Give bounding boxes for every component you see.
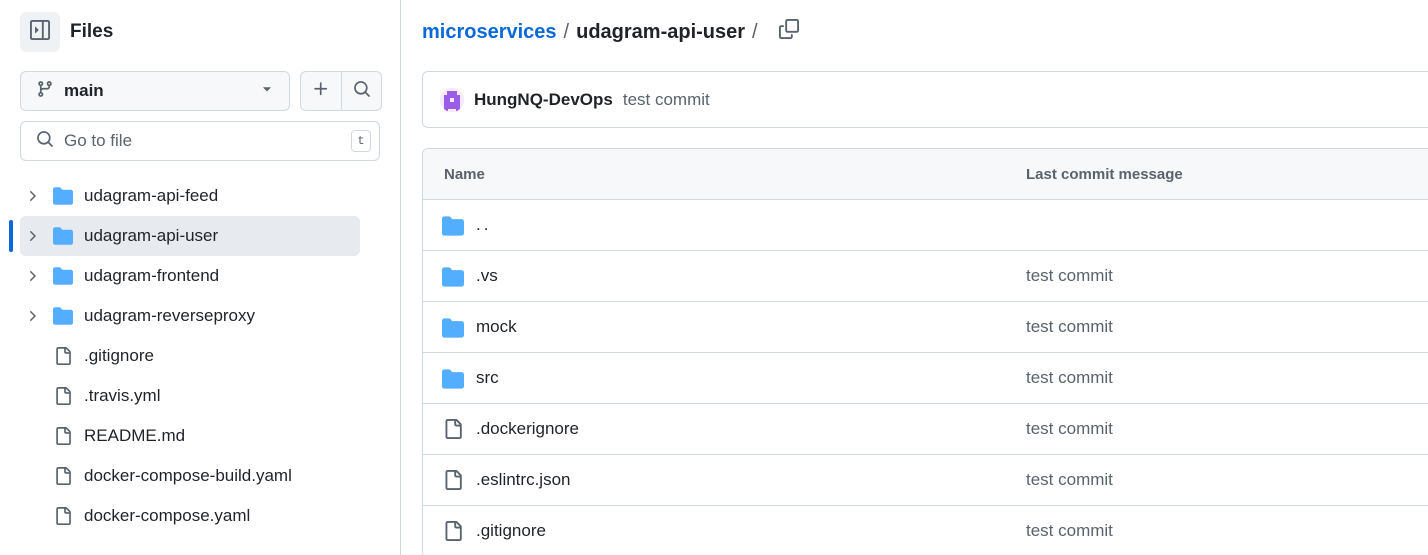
- commit-message-link[interactable]: test commit: [1026, 266, 1113, 286]
- plus-icon: [312, 80, 330, 103]
- file-icon: [442, 419, 464, 439]
- tree-item-label: udagram-reverseproxy: [84, 306, 256, 325]
- table-row[interactable]: mock test commit: [423, 302, 1428, 353]
- tree-item-label: README.md: [84, 426, 186, 445]
- tree-item-udagram-api-feed[interactable]: udagram-api-feed: [20, 176, 360, 216]
- file-actions-group: [300, 71, 382, 111]
- search-code-button[interactable]: [341, 72, 381, 110]
- table-header: Name Last commit message: [423, 149, 1428, 200]
- file-table: Name Last commit message .. .vs test com…: [422, 148, 1428, 555]
- keyboard-shortcut-hint: t: [351, 130, 371, 152]
- folder-icon: [48, 226, 78, 246]
- file-name-link[interactable]: .eslintrc.json: [476, 470, 570, 490]
- tree-item-travis-yml[interactable]: .travis.yml: [20, 376, 360, 416]
- avatar[interactable]: [440, 87, 464, 112]
- commit-message-link[interactable]: test commit: [1026, 470, 1113, 490]
- column-header-last-commit: Last commit message: [1026, 165, 1183, 183]
- file-icon: [442, 521, 464, 541]
- file-tree: udagram-api-feed udagram-api-user udagra…: [20, 176, 360, 536]
- folder-icon: [442, 317, 464, 339]
- copy-path-button[interactable]: [778, 19, 799, 45]
- tree-item-udagram-reverseproxy[interactable]: udagram-reverseproxy: [20, 296, 360, 336]
- latest-commit-box: HungNQ-DevOps test commit: [422, 71, 1428, 128]
- file-name-link[interactable]: .gitignore: [476, 521, 546, 541]
- tree-item-label: udagram-frontend: [84, 266, 220, 285]
- search-icon: [36, 130, 54, 153]
- folder-icon: [442, 266, 464, 288]
- file-name-link[interactable]: mock: [476, 317, 517, 337]
- commit-message-link[interactable]: test commit: [1026, 317, 1113, 337]
- folder-icon: [48, 266, 78, 286]
- breadcrumb: microservices / udagram-api-user /: [422, 18, 799, 46]
- breadcrumb-separator: /: [752, 20, 758, 43]
- tree-item-docker-compose-build[interactable]: docker-compose-build.yaml: [20, 456, 360, 496]
- commit-message-link[interactable]: test commit: [623, 90, 710, 110]
- folder-icon: [442, 215, 464, 237]
- column-header-name: Name: [444, 165, 485, 183]
- go-to-file-input[interactable]: [64, 131, 334, 151]
- copy-icon: [778, 19, 799, 45]
- breadcrumb-repo-link[interactable]: microservices: [422, 21, 557, 44]
- commit-author-link[interactable]: HungNQ-DevOps: [474, 90, 613, 110]
- table-row[interactable]: .gitignore test commit: [423, 506, 1428, 555]
- chevron-right-icon[interactable]: [20, 308, 44, 324]
- commit-message-link[interactable]: test commit: [1026, 521, 1113, 541]
- table-row[interactable]: .eslintrc.json test commit: [423, 455, 1428, 506]
- sidebar-collapse-icon: [30, 19, 50, 45]
- active-item-indicator: [9, 220, 13, 252]
- breadcrumb-current-folder: udagram-api-user: [576, 20, 746, 43]
- main-content: microservices / udagram-api-user / HungN…: [401, 0, 1428, 555]
- sidebar-toggle-button[interactable]: [20, 12, 60, 52]
- tree-item-udagram-frontend[interactable]: udagram-frontend: [20, 256, 360, 296]
- file-name-link[interactable]: ..: [476, 215, 491, 235]
- tree-item-udagram-api-user[interactable]: udagram-api-user: [20, 216, 360, 256]
- table-row[interactable]: src test commit: [423, 353, 1428, 404]
- tree-item-label: .gitignore: [84, 346, 154, 365]
- table-row-parent-directory[interactable]: ..: [423, 200, 1428, 251]
- add-file-button[interactable]: [301, 72, 341, 110]
- tree-item-label: udagram-api-feed: [84, 186, 219, 205]
- branch-name: main: [64, 81, 104, 100]
- folder-icon: [442, 368, 464, 390]
- file-icon: [48, 347, 78, 365]
- tree-item-label: udagram-api-user: [84, 226, 219, 245]
- tree-item-docker-compose[interactable]: docker-compose.yaml: [20, 496, 360, 536]
- file-icon: [48, 387, 78, 405]
- commit-message-link[interactable]: test commit: [1026, 419, 1113, 439]
- file-tree-sidebar: Files main Go to file t udagram-api-feed…: [0, 0, 401, 555]
- tree-item-label: .travis.yml: [84, 386, 161, 405]
- sidebar-header: Files: [20, 12, 113, 52]
- folder-icon: [48, 186, 78, 206]
- commit-message-link[interactable]: test commit: [1026, 368, 1113, 388]
- sidebar-title: Files: [70, 21, 114, 42]
- file-icon: [442, 470, 464, 490]
- branch-controls: main: [20, 71, 382, 111]
- file-name-link[interactable]: .vs: [476, 266, 498, 286]
- file-name-link[interactable]: .dockerignore: [476, 419, 579, 439]
- tree-item-label: docker-compose-build.yaml: [84, 466, 292, 485]
- git-branch-icon: [36, 80, 54, 103]
- breadcrumb-separator: /: [563, 20, 570, 43]
- tree-item-gitignore[interactable]: .gitignore: [20, 336, 360, 376]
- tree-item-readme-md[interactable]: README.md: [20, 416, 360, 456]
- folder-icon: [48, 306, 78, 326]
- file-icon: [48, 427, 78, 445]
- file-name-link[interactable]: src: [476, 368, 499, 388]
- chevron-right-icon[interactable]: [20, 268, 44, 284]
- search-icon: [353, 80, 371, 103]
- go-to-file-search[interactable]: t: [20, 121, 380, 161]
- tree-item-label: docker-compose.yaml: [84, 506, 251, 525]
- table-row[interactable]: .dockerignore test commit: [423, 404, 1428, 455]
- file-icon: [48, 467, 78, 485]
- chevron-right-icon[interactable]: [20, 188, 44, 204]
- triangle-down-icon: [261, 82, 273, 100]
- file-icon: [48, 507, 78, 525]
- table-row[interactable]: .vs test commit: [423, 251, 1428, 302]
- chevron-right-icon[interactable]: [20, 228, 44, 244]
- branch-selector-button[interactable]: main: [20, 71, 290, 111]
